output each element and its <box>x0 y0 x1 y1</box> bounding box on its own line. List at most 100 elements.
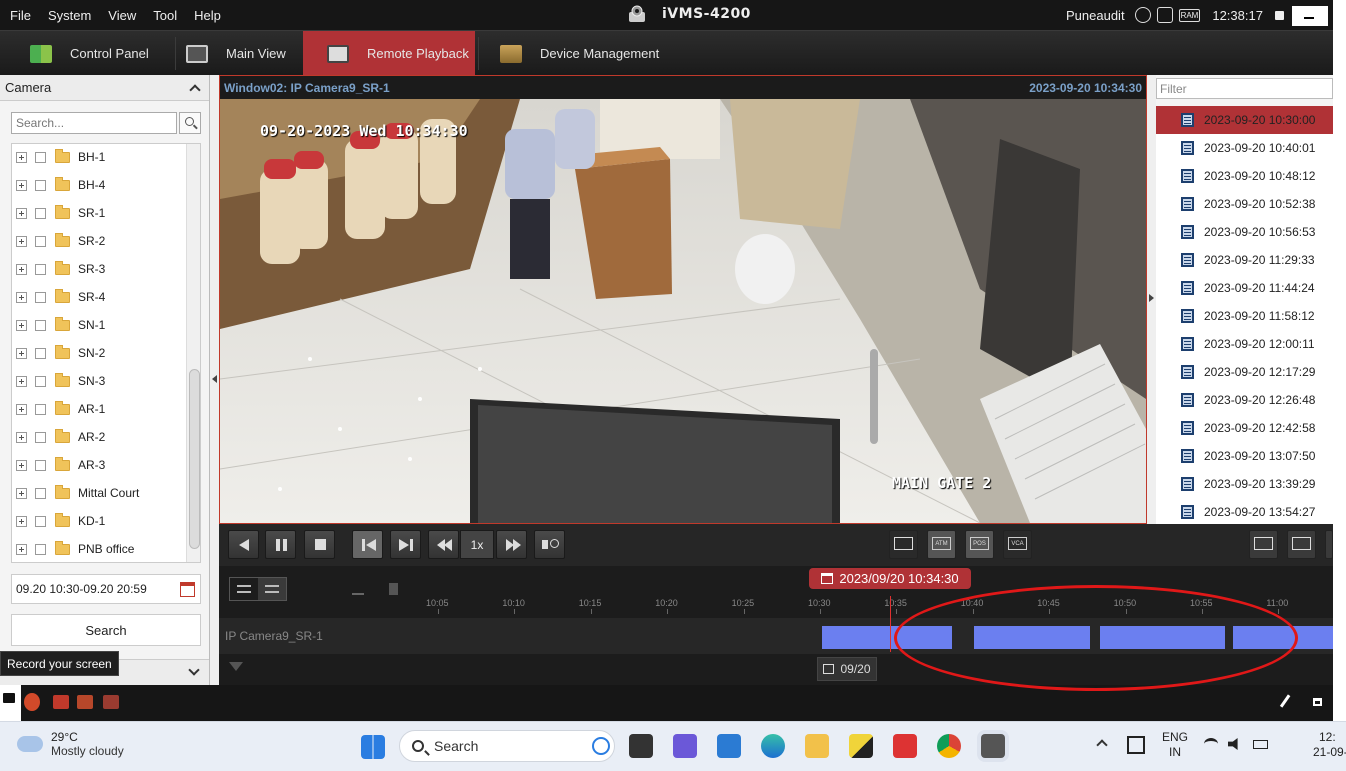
group-checkbox[interactable] <box>35 515 46 527</box>
expand-plus-icon[interactable] <box>16 487 27 499</box>
taskbar-search[interactable]: Search <box>399 730 615 762</box>
tab-remote-playback[interactable]: Remote Playback <box>303 31 475 76</box>
camera-group-item[interactable]: AR-3 <box>12 455 105 475</box>
camera-group-item[interactable]: SR-2 <box>12 231 105 251</box>
expand-plus-icon[interactable] <box>16 459 27 471</box>
weather-widget[interactable]: 29°C Mostly cloudy <box>15 730 124 758</box>
expand-plus-icon[interactable] <box>16 263 27 275</box>
recording-segment[interactable] <box>974 626 1090 649</box>
ram-icon[interactable]: RAM <box>1178 8 1201 22</box>
camera-group-item[interactable]: Mittal Court <box>12 483 139 503</box>
record-file-item[interactable]: 2023-09-20 12:17:29 <box>1156 358 1333 386</box>
record-file-item[interactable]: 2023-09-20 11:29:33 <box>1156 246 1333 274</box>
record-file-item[interactable]: 2023-09-20 10:48:12 <box>1156 162 1333 190</box>
expand-plus-icon[interactable] <box>16 431 27 443</box>
store-icon[interactable] <box>717 734 741 758</box>
expand-plus-icon[interactable] <box>16 543 27 555</box>
pos-button[interactable]: POS <box>965 530 994 559</box>
group-checkbox[interactable] <box>35 263 46 275</box>
timeline[interactable]: 2023/09/20 10:34:30 10:05 10:10 10:15 10:20… <box>219 566 1333 685</box>
scrollbar-thumb[interactable] <box>189 369 200 549</box>
expand-plus-icon[interactable] <box>16 235 27 247</box>
expand-plus-icon[interactable] <box>16 319 27 331</box>
audio-alarm-icon[interactable] <box>103 695 119 709</box>
camera-track[interactable]: IP Camera9_SR-1 <box>219 618 1333 654</box>
bookmark-icon[interactable] <box>389 583 398 595</box>
group-checkbox[interactable] <box>35 403 46 415</box>
volume-mute-icon[interactable] <box>1228 738 1238 750</box>
camera-group-item[interactable]: AR-1 <box>12 399 105 419</box>
chevron-down-icon[interactable] <box>188 664 200 676</box>
download-button[interactable] <box>1249 530 1278 559</box>
group-checkbox[interactable] <box>35 235 46 247</box>
camera-group-item[interactable]: SR-1 <box>12 203 105 223</box>
camera-group-item[interactable]: SN-1 <box>12 315 105 335</box>
group-checkbox[interactable] <box>35 347 46 359</box>
fullscreen-button[interactable] <box>1325 530 1333 559</box>
group-checkbox[interactable] <box>35 291 46 303</box>
record-file-item[interactable]: 2023-09-20 12:26:48 <box>1156 386 1333 414</box>
camera-panel-header[interactable]: Camera <box>0 75 209 101</box>
screen-record-icon[interactable] <box>0 685 21 721</box>
expand-plus-icon[interactable] <box>16 375 27 387</box>
pin-icon[interactable] <box>1279 694 1297 712</box>
group-checkbox[interactable] <box>35 543 46 555</box>
recording-segment[interactable] <box>1100 626 1225 649</box>
speed-up-button[interactable] <box>496 530 527 559</box>
expand-plus-icon[interactable] <box>16 403 27 415</box>
record-file-item[interactable]: 2023-09-20 13:07:50 <box>1156 442 1333 470</box>
camera-group-item[interactable]: PNB office <box>12 539 134 559</box>
chevron-up-icon[interactable] <box>189 83 201 96</box>
expand-plus-icon[interactable] <box>16 515 27 527</box>
network-icon[interactable] <box>1134 7 1151 23</box>
timeline-expand-icon[interactable] <box>230 578 258 600</box>
security-tray-icon[interactable] <box>1127 736 1145 754</box>
group-checkbox[interactable] <box>35 179 46 191</box>
event-icon[interactable] <box>77 695 93 709</box>
sticky-notes-icon[interactable] <box>849 734 873 758</box>
expand-plus-icon[interactable] <box>16 179 27 191</box>
expand-plus-icon[interactable] <box>16 207 27 219</box>
group-checkbox[interactable] <box>35 431 46 443</box>
recording-segment[interactable] <box>822 626 952 649</box>
camera-group-item[interactable]: BH-1 <box>12 147 105 167</box>
record-file-item[interactable]: 2023-09-20 10:52:38 <box>1156 190 1333 218</box>
minimize-button[interactable] <box>1292 6 1328 26</box>
step-forward-button[interactable] <box>390 530 421 559</box>
edge-icon[interactable] <box>761 734 785 758</box>
tab-main-view[interactable]: Main View <box>186 31 296 76</box>
record-file-item[interactable]: 2023-09-20 13:39:29 <box>1156 470 1333 498</box>
lock-icon[interactable] <box>1274 10 1284 20</box>
file-list-button[interactable] <box>889 530 918 559</box>
group-checkbox[interactable] <box>35 151 46 163</box>
record-file-item[interactable]: 2023-09-20 11:58:12 <box>1156 302 1333 330</box>
slow-down-button[interactable] <box>428 530 459 559</box>
date-range-field[interactable]: 09.20 10:30-09.20 20:59 <box>11 574 201 604</box>
stop-button[interactable] <box>304 530 335 559</box>
calendar-icon[interactable] <box>180 582 195 597</box>
export-clip-icon[interactable] <box>352 583 364 595</box>
record-file-item[interactable]: 2023-09-20 13:54:27 <box>1156 498 1333 524</box>
menu-tool[interactable]: Tool <box>153 8 177 23</box>
group-checkbox[interactable] <box>35 459 46 471</box>
pause-button[interactable] <box>265 530 296 559</box>
ivms-taskbar-icon[interactable] <box>981 734 1005 758</box>
file-list-collapse-handle[interactable] <box>1147 75 1156 524</box>
tree-scrollbar[interactable] <box>186 144 200 562</box>
camera-search-input[interactable] <box>11 112 177 134</box>
menu-file[interactable]: File <box>10 8 31 23</box>
video-frame[interactable]: 09-20-2023 Wed 10:34:30 MAIN GATE 2 <box>220 99 1146 523</box>
camera-group-item[interactable]: SN-2 <box>12 343 105 363</box>
alarm-icon[interactable] <box>24 693 40 711</box>
filter-input[interactable] <box>1156 78 1333 99</box>
camera-group-item[interactable]: KD-1 <box>12 511 105 531</box>
record-file-item[interactable]: 2023-09-20 11:44:24 <box>1156 274 1333 302</box>
group-checkbox[interactable] <box>35 319 46 331</box>
cpu-icon[interactable] <box>1156 7 1173 23</box>
filter-icon[interactable] <box>229 662 243 671</box>
camera-group-item[interactable]: SR-3 <box>12 259 105 279</box>
task-view-icon[interactable] <box>629 734 653 758</box>
wps-office-icon[interactable] <box>893 734 917 758</box>
battery-icon[interactable] <box>1253 740 1268 749</box>
camera-group-item[interactable]: BH-4 <box>12 175 105 195</box>
